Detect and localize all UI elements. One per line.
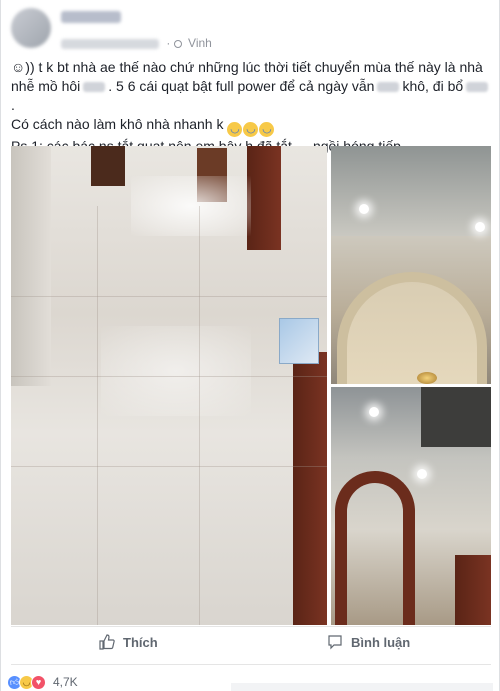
comment-icon <box>327 634 343 650</box>
avatar[interactable] <box>11 8 51 48</box>
divider <box>11 626 491 627</box>
like-button[interactable]: Thích <box>99 628 158 656</box>
comment-label: Bình luận <box>351 634 411 650</box>
reaction-count[interactable]: 4,7K <box>53 675 78 689</box>
photo-arch <box>337 272 487 384</box>
comments-preview-strip <box>231 683 493 691</box>
photo-furniture <box>91 146 125 186</box>
divider <box>11 664 491 665</box>
post-card: · Vinh ☺)) t k bt nhà ae thế nào chứ nhữ… <box>0 0 500 691</box>
photo-wall <box>11 146 51 386</box>
floor-tile-line <box>11 376 327 377</box>
like-label: Thích <box>123 634 158 650</box>
location-link[interactable]: Vinh <box>188 36 212 50</box>
post-text-line-3-content: Có cách nào làm khô nhà nhanh k <box>11 116 224 132</box>
photo-hallway-floor[interactable] <box>11 146 327 625</box>
author-name-blurred[interactable] <box>61 11 121 23</box>
post-meta: · Vinh <box>61 36 212 50</box>
timestamp-blurred[interactable] <box>61 38 159 49</box>
sad-sweat-emoji-icon: ◡ <box>259 122 275 137</box>
photo-wooden-archway <box>335 471 415 625</box>
comment-button[interactable]: Bình luận <box>327 628 410 656</box>
love-icon: ♥ <box>31 674 46 690</box>
photo-glare <box>131 176 251 236</box>
floor-tile-line <box>97 206 98 625</box>
post-text-line-2-c: khô, đi bổ <box>402 78 464 94</box>
sad-sweat-emoji-icon: ◡ <box>227 122 243 137</box>
photo-door <box>247 146 281 250</box>
photo-box <box>279 318 319 364</box>
reactions-summary[interactable]: 👍︎ ◡ ♥ 4,7K <box>7 673 78 691</box>
post-text-line-3: Có cách nào làm khô nhà nhanh k ◡ ◡ ◡ <box>11 115 493 137</box>
thumbs-up-icon <box>99 634 115 650</box>
censored-word <box>466 82 489 93</box>
photo-glare <box>101 326 251 416</box>
globe-icon <box>173 39 182 48</box>
censored-word <box>377 82 400 93</box>
photo-wooden-arch[interactable] <box>331 387 491 625</box>
floor-tile-line <box>11 466 327 467</box>
photo-grid <box>11 146 491 626</box>
censored-word <box>83 82 106 93</box>
meta-separator: · <box>166 36 171 50</box>
post-text: ☺)) t k bt nhà ae thế nào chứ những lúc … <box>11 58 493 156</box>
sad-sweat-emoji-icon: ◡ <box>243 122 259 137</box>
floor-tile-line <box>199 206 200 625</box>
photo-ceiling-dark <box>421 387 491 447</box>
post-header: · Vinh <box>11 8 491 52</box>
photo-chandelier <box>417 372 437 384</box>
photo-ceiling-light <box>359 204 369 214</box>
post-actions: Thích Bình luận <box>11 628 491 656</box>
photo-ceiling-light <box>417 469 427 479</box>
floor-tile-line <box>11 296 327 297</box>
photo-door <box>293 352 327 625</box>
post-text-line-2-a: nhễ mồ hôi <box>11 78 81 94</box>
post-text-line-2: nhễ mồ hôi . 5 6 cái quạt bật full power … <box>11 77 493 115</box>
photo-ceiling <box>331 146 491 236</box>
photo-door <box>455 555 491 625</box>
photo-ceiling-arch[interactable] <box>331 146 491 384</box>
post-text-line-1: ☺)) t k bt nhà ae thế nào chứ những lúc … <box>11 58 493 77</box>
post-text-line-2-b: . 5 6 cái quạt bật full power để cả ngày… <box>108 78 375 94</box>
post-text-line-1-content: ☺)) t k bt nhà ae thế nào chứ những lúc … <box>11 59 483 75</box>
photo-ceiling-light <box>475 222 485 232</box>
photo-ceiling-light <box>369 407 379 417</box>
